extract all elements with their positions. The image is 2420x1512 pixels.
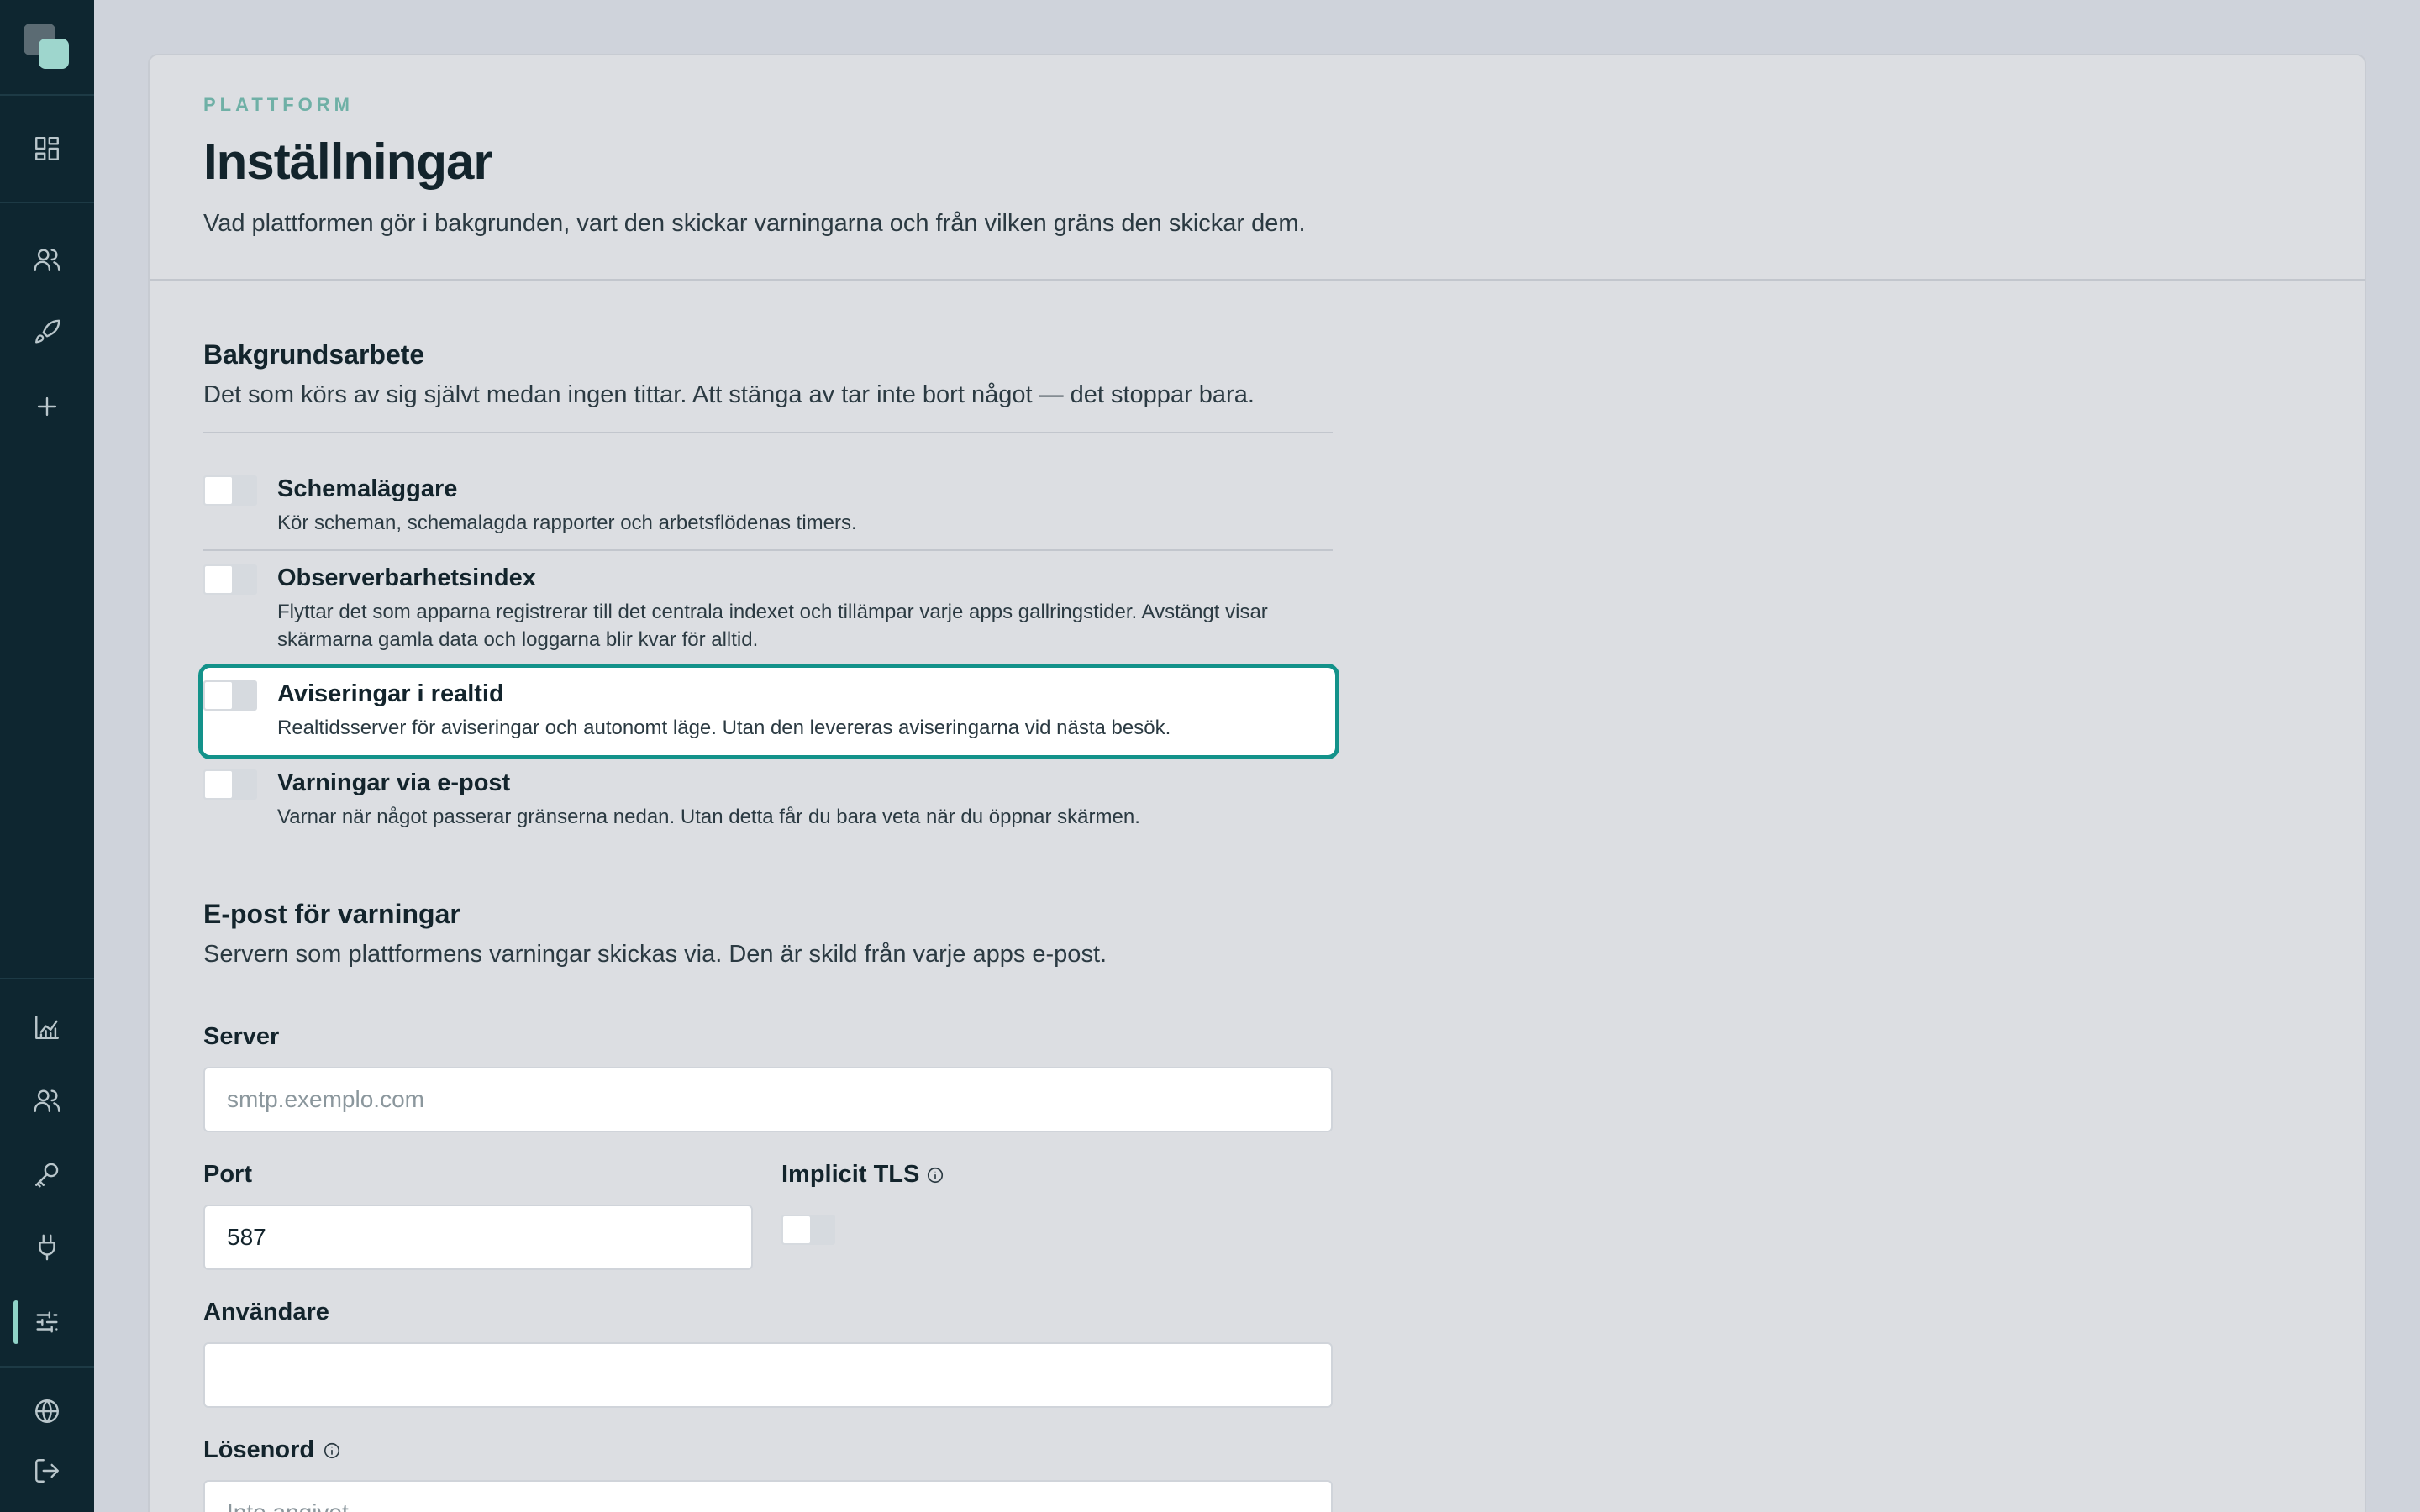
chart-icon[interactable]: [30, 1011, 64, 1044]
setting-realtime-notifications: Aviseringar i realtid Realtidsserver för…: [203, 680, 1333, 748]
setting-description: Flyttar det som apparna registrerar till…: [277, 601, 1268, 651]
server-label: Server: [203, 1023, 280, 1050]
setting-divider: [203, 549, 1333, 551]
plus-icon[interactable]: [30, 390, 64, 423]
settings-panel: PLATTFORM Inställningar Vad plattformen …: [148, 54, 2366, 1512]
page-title: Inställningar: [203, 134, 493, 190]
setting-email-alerts: Varningar via e-post Varnar när något pa…: [203, 769, 1333, 837]
logout-icon[interactable]: [30, 1454, 64, 1488]
implicit-tls-label: Implicit TLS: [781, 1161, 920, 1188]
password-label: Lösenord: [203, 1436, 315, 1463]
server-input[interactable]: [203, 1067, 1333, 1132]
scheduler-toggle[interactable]: [203, 475, 257, 506]
realtime-notifications-toggle[interactable]: [203, 680, 257, 711]
user-label: Användare: [203, 1299, 329, 1326]
setting-title: Varningar via e-post: [277, 769, 511, 796]
rocket-icon[interactable]: [30, 316, 64, 349]
setting-title: Schemaläggare: [277, 475, 458, 502]
observability-index-toggle[interactable]: [203, 564, 257, 595]
setting-description: Kör scheman, schemalagda rapporter och a…: [277, 512, 857, 534]
sidebar-divider: [0, 978, 94, 979]
section-divider: [203, 432, 1333, 433]
setting-title: Observerbarhetsindex: [277, 564, 536, 591]
page-description: Vad plattformen gör i bakgrunden, vart d…: [203, 210, 1306, 237]
info-icon[interactable]: [926, 1166, 944, 1184]
info-icon[interactable]: [323, 1441, 341, 1460]
section-title-email: E-post för varningar: [203, 899, 460, 929]
setting-observability-index: Observerbarhetsindex Flyttar det som app…: [203, 564, 1333, 657]
key-icon[interactable]: [30, 1158, 64, 1191]
team-icon[interactable]: [30, 1084, 64, 1117]
user-input[interactable]: [203, 1342, 1333, 1408]
setting-description: Realtidsserver för aviseringar och auton…: [277, 717, 1171, 739]
implicit-tls-toggle[interactable]: [781, 1215, 835, 1245]
setting-scheduler: Schemaläggare Kör scheman, schemalagda r…: [203, 475, 1333, 543]
port-label: Port: [203, 1161, 252, 1188]
dashboard-icon[interactable]: [30, 132, 64, 165]
active-indicator: [13, 1300, 18, 1344]
panel-header: PLATTFORM Inställningar Vad plattformen …: [150, 55, 2365, 281]
sidebar-divider: [0, 202, 94, 203]
section-description-background-jobs: Det som körs av sig självt medan ingen t…: [203, 381, 1255, 408]
setting-title: Aviseringar i realtid: [277, 680, 504, 707]
sidebar-divider: [0, 1366, 94, 1368]
port-input[interactable]: [203, 1205, 753, 1270]
page-eyebrow: PLATTFORM: [203, 94, 355, 115]
plug-icon[interactable]: [30, 1231, 64, 1264]
section-description-email: Servern som plattformens varningar skick…: [203, 941, 1107, 968]
globe-icon[interactable]: [30, 1394, 64, 1428]
email-alerts-toggle[interactable]: [203, 769, 257, 800]
sliders-icon[interactable]: [30, 1305, 64, 1339]
section-title-background-jobs: Bakgrundsarbete: [203, 339, 425, 370]
sidebar-divider: [0, 94, 94, 96]
users-icon[interactable]: [30, 243, 64, 276]
password-input[interactable]: [203, 1480, 1333, 1512]
setting-description: Varnar när något passerar gränserna neda…: [277, 806, 1140, 828]
sidebar: [0, 0, 94, 1512]
app-logo[interactable]: [24, 24, 71, 71]
